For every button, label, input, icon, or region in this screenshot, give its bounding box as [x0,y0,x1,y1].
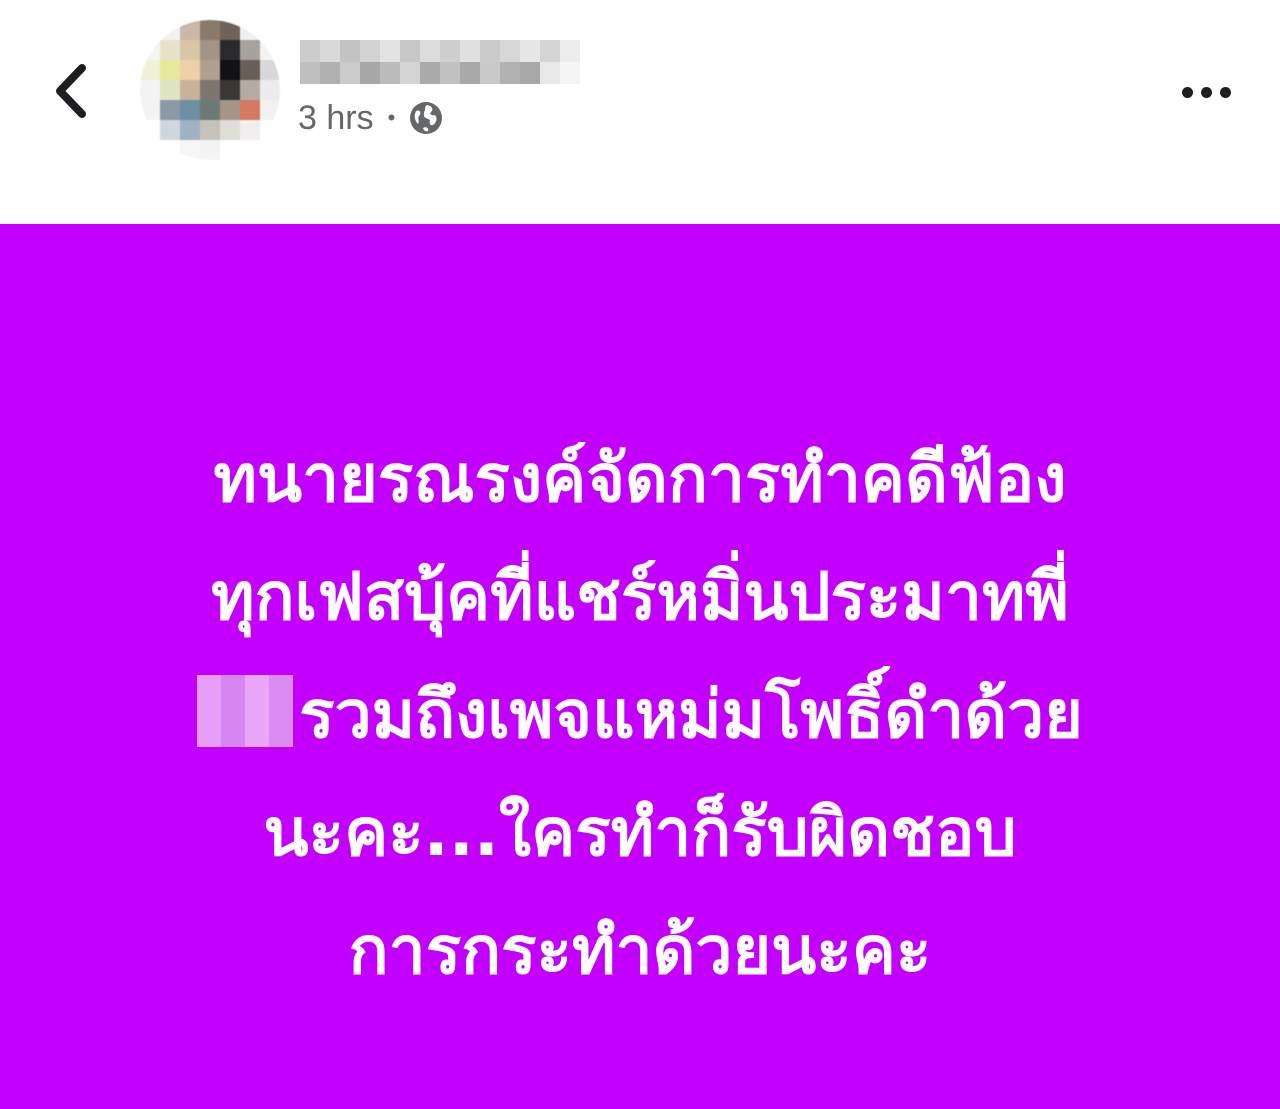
post-text-line: ทุกเฟสบุ้คที่แชร์หมิ่นประมาทพี่ [211,558,1069,635]
avatar[interactable] [140,20,280,160]
more-options-button[interactable] [1168,72,1244,112]
post-time[interactable]: 3 hrs [298,99,374,138]
post-header: 3 hrs • [0,0,1280,224]
post-detail-screen: 3 hrs • ทนายรณรงค์จัดการทำคดีฟ้อง ทุกเฟส… [0,0,1280,1109]
post-text: ทนายรณรงค์จัดการทำคดีฟ้อง ทุกเฟสบุ้คที่แ… [60,420,1220,1010]
post-meta: 3 hrs • [298,98,445,138]
redacted-name-block [197,675,294,747]
more-horizontal-icon [1181,86,1193,98]
meta-separator: • [387,105,396,130]
post-text-line-with-redaction: รวมถึงเพจแหม่มโพธิ์ดำด้วย [60,656,1220,774]
post-text-line: นะคะ...ใครทำก็รับผิดชอบ [263,794,1017,871]
more-horizontal-icon-dot [1219,86,1231,98]
post-text-line: การกระทำด้วยนะคะ [348,912,932,989]
globe-icon[interactable] [407,99,445,137]
post-text-line: รวมถึงเพจแหม่มโพธิ์ดำด้วย [299,676,1083,753]
post-colored-background: ทนายรณรงค์จัดการทำคดีฟ้อง ทุกเฟสบุ้คที่แ… [0,224,1280,1109]
post-text-line: ทนายรณรงค์จัดการทำคดีฟ้อง [213,440,1067,517]
author-name-redacted[interactable] [300,40,580,84]
back-button[interactable] [44,56,104,126]
more-horizontal-icon-dot [1200,86,1212,98]
chevron-left-icon [56,64,86,118]
